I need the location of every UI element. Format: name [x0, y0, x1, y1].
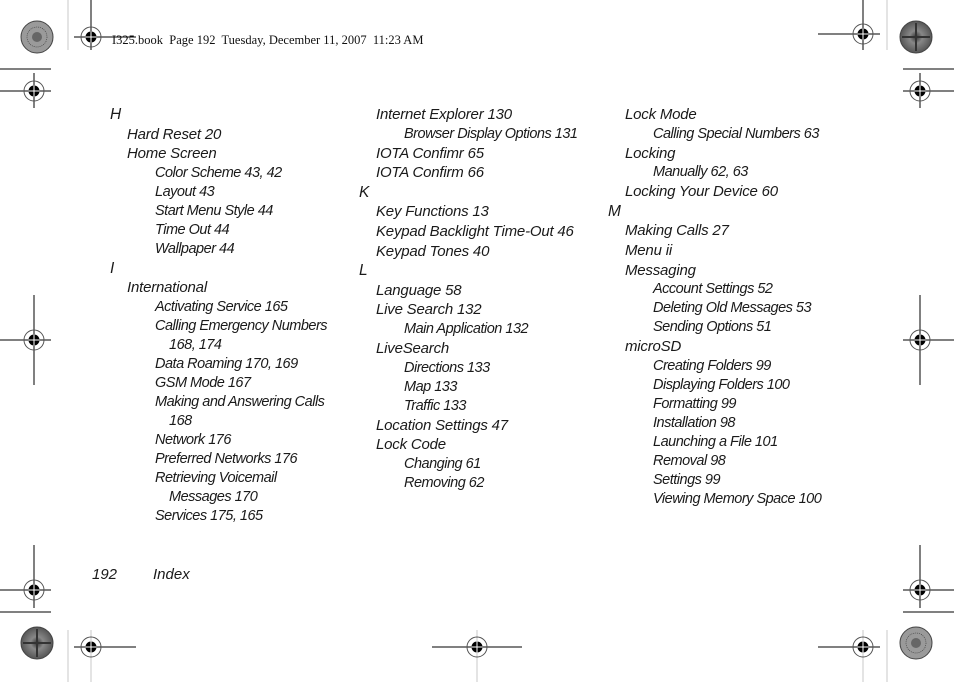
- index-entry: Browser Display Options 131: [404, 125, 578, 142]
- print-slug-header: I325.book Page 192 Tuesday, December 11,…: [112, 33, 424, 47]
- index-entry: Home Screen: [127, 145, 217, 163]
- index-entry: IOTA Confirm 66: [376, 164, 484, 182]
- starburst-wheel-top-left: [20, 20, 54, 54]
- index-entry: Removing 62: [404, 474, 484, 491]
- index-entry: Calling Emergency Numbers: [155, 317, 328, 334]
- index-entry: microSD: [625, 338, 682, 356]
- index-entry: Main Application 132: [404, 320, 529, 337]
- index-entry: Data Roaming 170, 169: [155, 355, 298, 372]
- index-entry: Launching a File 101: [653, 433, 778, 450]
- index-entry: Calling Special Numbers 63: [653, 125, 819, 142]
- index-entry: Settings 99: [653, 471, 721, 488]
- index-entry: Preferred Networks 176: [155, 450, 298, 467]
- index-entry: Time Out 44: [155, 221, 230, 238]
- index-entry: Displaying Folders 100: [653, 376, 790, 393]
- index-entry: Deleting Old Messages 53: [653, 300, 812, 317]
- index-entry: Messages 170: [169, 488, 258, 505]
- index-entry: Color Scheme 43, 42: [155, 164, 282, 181]
- gray-wheel-top-right: [899, 20, 933, 54]
- index-letter-heading: M: [608, 202, 621, 220]
- index-entry: Directions 133: [404, 359, 490, 376]
- index-entry: Hard Reset 20: [127, 125, 222, 143]
- starburst-wheel-bottom-right: [899, 626, 933, 660]
- index-entry: Sending Options 51: [653, 319, 772, 336]
- index-entry: Services 175, 165: [155, 507, 263, 524]
- index-entry: Live Search 132: [376, 301, 482, 319]
- index-letter-heading: K: [359, 183, 370, 201]
- index-entry: Installation 98: [653, 414, 735, 431]
- page-number: 192: [92, 566, 118, 583]
- index-entry: Locking Your Device 60: [625, 183, 778, 201]
- index-entry: Network 176: [155, 431, 231, 448]
- index-entry: Removal 98: [653, 452, 726, 469]
- index-entry: IOTA Confimr 65: [376, 144, 484, 162]
- gray-wheel-bottom-left: [20, 626, 54, 660]
- index-entry: Keypad Tones 40: [376, 242, 490, 260]
- index-entry: Creating Folders 99: [653, 357, 771, 374]
- index-entry: Activating Service 165: [155, 298, 288, 315]
- index-entry: Start Menu Style 44: [155, 202, 273, 219]
- index-entry: Making Calls 27: [625, 222, 729, 240]
- index-entry: Layout 43: [155, 183, 215, 200]
- index-entry: Traffic 133: [404, 397, 466, 414]
- index-column-1: H Hard Reset 20 Home Screen Color Scheme 43…: [110, 105, 328, 526]
- index-entry: Internet Explorer 130: [376, 106, 512, 123]
- index-entry: Locking: [625, 144, 676, 162]
- index-entry: Menu ii: [625, 241, 672, 259]
- index-entry: Manually 62, 63: [653, 164, 748, 181]
- index-entry: LiveSearch: [376, 339, 450, 357]
- section-label: Index: [153, 566, 190, 583]
- index-entry: Making and Answering Calls: [155, 393, 325, 410]
- index-entry: Map 133: [404, 378, 457, 395]
- index-column-2: Internet Explorer 130 Browser Display Opt…: [359, 105, 578, 493]
- index-letter-heading: I: [110, 259, 115, 277]
- index-entry: Key Functions 13: [376, 203, 489, 221]
- index-entry: Keypad Backlight Time-Out 46: [376, 222, 574, 240]
- index-entry: Lock Code: [376, 436, 446, 454]
- index-letter-heading: H: [110, 106, 121, 123]
- index-entry: International: [127, 279, 207, 297]
- index-entry: GSM Mode 167: [155, 374, 251, 391]
- index-entry: Formatting 99: [653, 395, 736, 412]
- index-entry: Messaging: [625, 261, 696, 279]
- index-entry: Retrieving Voicemail: [155, 469, 277, 486]
- index-entry: Account Settings 52: [653, 281, 773, 298]
- index-entry: Viewing Memory Space 100: [653, 490, 822, 507]
- index-entry: Wallpaper 44: [155, 240, 235, 257]
- index-entry: Lock Mode: [625, 106, 697, 123]
- index-entry: Language 58: [376, 281, 462, 299]
- index-entry: 168, 174: [169, 336, 222, 353]
- index-entry: Location Settings 47: [376, 416, 508, 434]
- index-column-3: Lock Mode Calling Special Numbers 63 Locki…: [608, 105, 822, 509]
- index-entry: 168: [169, 412, 192, 429]
- index-letter-heading: L: [359, 262, 368, 280]
- index-entry: Changing 61: [404, 455, 481, 472]
